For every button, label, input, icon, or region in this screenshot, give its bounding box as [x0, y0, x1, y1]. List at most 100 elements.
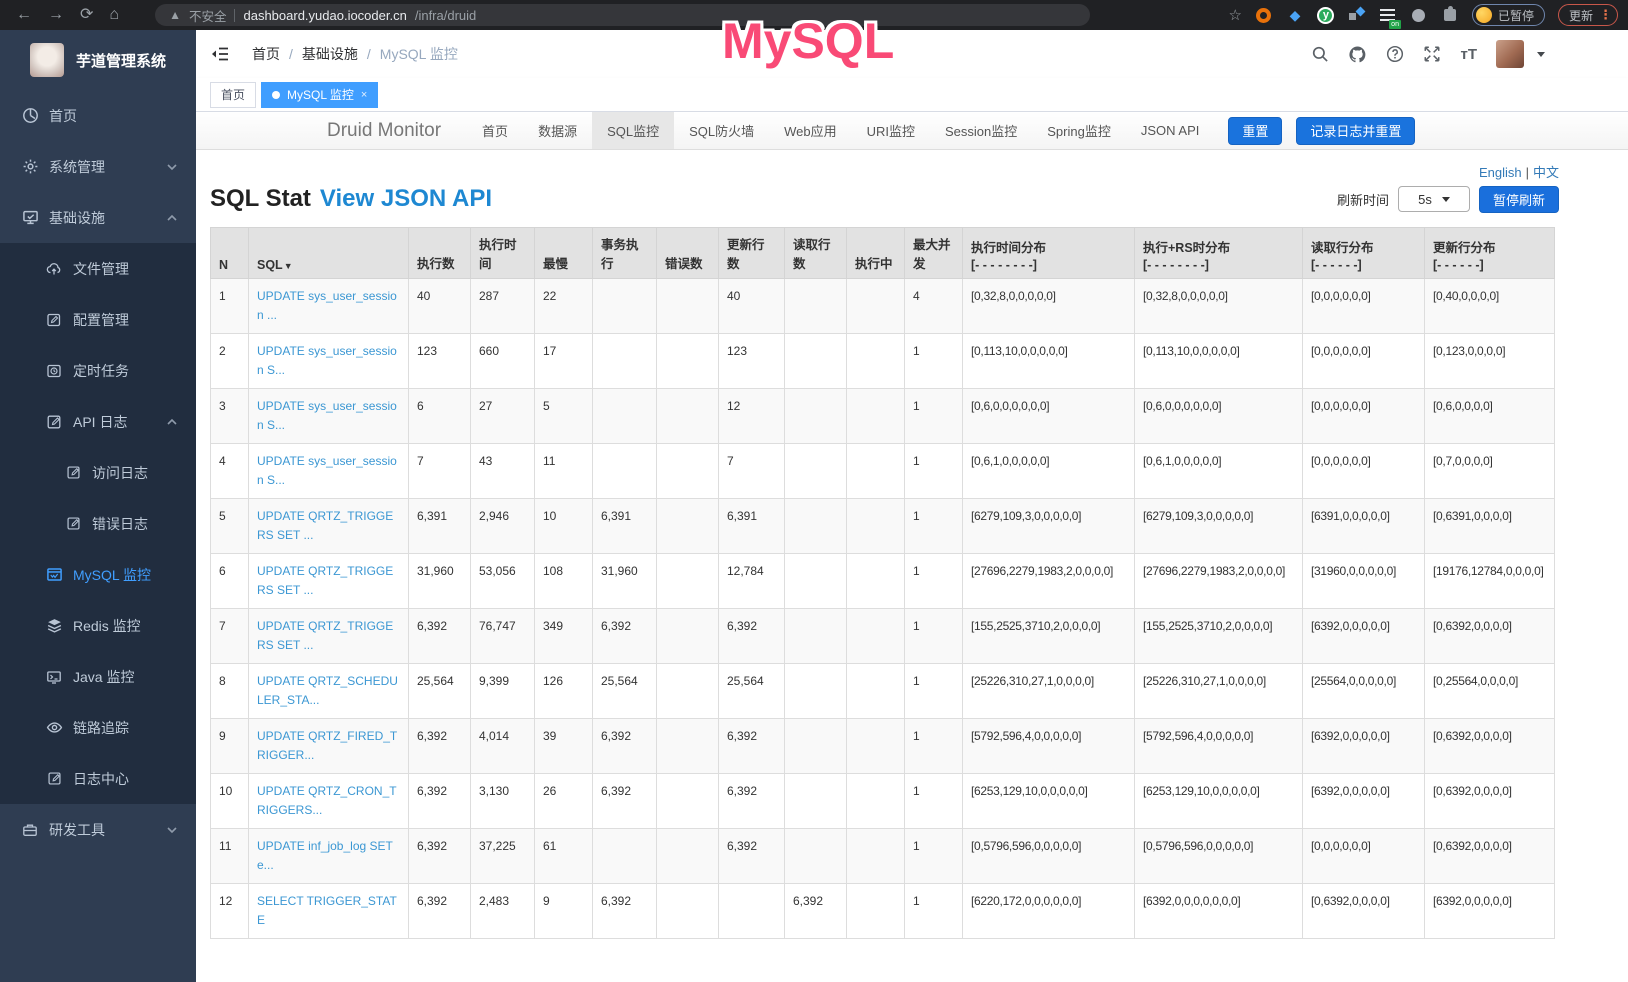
column-header[interactable]: SQL▼	[249, 228, 409, 279]
log-and-reset-button[interactable]: 记录日志并重置	[1296, 117, 1415, 145]
sql-link[interactable]: UPDATE QRTZ_FIRED_TRIGGER...	[257, 729, 397, 762]
sidebar-item[interactable]: 链路追踪	[0, 702, 196, 753]
kebab-menu-icon[interactable]: ⋮	[1599, 7, 1612, 23]
page-tab[interactable]: 首页	[210, 82, 256, 108]
sql-link[interactable]: UPDATE inf_job_log SET e...	[257, 839, 393, 872]
back-icon[interactable]: ←	[16, 7, 32, 23]
sql-link[interactable]: UPDATE QRTZ_CRON_TRIGGERS...	[257, 784, 397, 817]
column-header[interactable]: 执行时间	[471, 228, 535, 279]
puzzle-extensions-icon[interactable]	[1441, 6, 1459, 24]
table-cell	[847, 279, 905, 334]
extension-icon[interactable]	[1255, 6, 1273, 24]
column-header[interactable]: 错误数	[657, 228, 719, 279]
sidebar-item[interactable]: Redis 监控	[0, 600, 196, 651]
breadcrumb-item[interactable]: 首页	[252, 44, 280, 64]
sidebar-item[interactable]: Java 监控	[0, 651, 196, 702]
sidebar-item[interactable]: 错误日志	[0, 498, 196, 549]
druid-tab[interactable]: 数据源	[523, 112, 592, 149]
sidebar-item[interactable]: MySQL 监控	[0, 549, 196, 600]
sql-link[interactable]: UPDATE QRTZ_SCHEDULER_STA...	[257, 674, 398, 707]
app-logo-row[interactable]: 芋道管理系统	[0, 30, 196, 90]
column-header[interactable]: 最大并发	[905, 228, 963, 279]
home-icon[interactable]: ⌂	[109, 7, 119, 23]
close-icon[interactable]: ×	[361, 89, 367, 101]
sidebar-item[interactable]: 研发工具	[0, 804, 196, 855]
sql-link[interactable]: UPDATE QRTZ_TRIGGERS SET ...	[257, 509, 393, 542]
table-cell	[785, 554, 847, 609]
table-cell	[785, 444, 847, 499]
sidebar-item[interactable]: API 日志	[0, 396, 196, 447]
druid-tab[interactable]: Session监控	[930, 112, 1032, 149]
druid-tab[interactable]: SQL监控	[592, 112, 674, 149]
forward-icon[interactable]: →	[48, 7, 64, 23]
sql-link[interactable]: UPDATE QRTZ_TRIGGERS SET ...	[257, 619, 393, 652]
column-header[interactable]: N	[211, 228, 249, 279]
column-header[interactable]: 执行中	[847, 228, 905, 279]
extension-icon[interactable]: y	[1317, 6, 1335, 24]
sidebar-item[interactable]: 首页	[0, 90, 196, 141]
druid-tab[interactable]: 首页	[467, 112, 523, 149]
extension-icon[interactable]	[1348, 6, 1366, 24]
avatar[interactable]	[1496, 40, 1524, 68]
security-label[interactable]: 不安全	[189, 6, 227, 25]
column-header[interactable]: 读取行分布[- - - - - -]	[1303, 228, 1425, 279]
reload-icon[interactable]: ⟳	[80, 7, 93, 23]
column-header[interactable]: 更新行分布[- - - - - -]	[1425, 228, 1555, 279]
table-cell: [25226,310,27,1,0,0,0,0]	[1135, 664, 1303, 719]
sql-link[interactable]: SELECT TRIGGER_STATE	[257, 894, 397, 927]
refresh-interval-select[interactable]: 5s	[1398, 186, 1470, 212]
address-bar[interactable]: ▲ 不安全 dashboard.yudao.iocoder.cn/infra/d…	[155, 4, 1090, 26]
help-icon[interactable]	[1386, 45, 1404, 63]
sidebar-item[interactable]: 访问日志	[0, 447, 196, 498]
breadcrumb-item[interactable]: 基础设施	[302, 44, 358, 64]
table-cell	[593, 279, 657, 334]
druid-brand[interactable]: Druid Monitor	[327, 120, 441, 142]
bookmark-star-icon[interactable]: ☆	[1229, 6, 1242, 24]
sidebar-item[interactable]: 基础设施	[0, 192, 196, 243]
github-icon[interactable]	[1348, 45, 1367, 64]
druid-tab[interactable]: URI监控	[852, 112, 930, 149]
sidebar-item[interactable]: 日志中心	[0, 753, 196, 804]
sidebar-item[interactable]: 系统管理	[0, 141, 196, 192]
column-header[interactable]: 更新行数	[719, 228, 785, 279]
sql-link[interactable]: UPDATE sys_user_session S...	[257, 454, 397, 487]
column-header[interactable]: 执行时间分布[- - - - - - - -]	[963, 228, 1135, 279]
sidebar-item[interactable]: 定时任务	[0, 345, 196, 396]
sidebar-item[interactable]: 文件管理	[0, 243, 196, 294]
reset-button[interactable]: 重置	[1228, 117, 1282, 145]
update-button[interactable]: 更新⋮	[1558, 4, 1618, 26]
table-cell: 11	[211, 829, 249, 884]
column-header[interactable]: 事务执行	[593, 228, 657, 279]
caret-down-icon[interactable]	[1537, 52, 1545, 57]
sql-link[interactable]: UPDATE sys_user_session S...	[257, 399, 397, 432]
lang-chinese-link[interactable]: 中文	[1533, 165, 1559, 180]
column-header[interactable]: 读取行数	[785, 228, 847, 279]
breadcrumb-item[interactable]: MySQL 监控	[380, 44, 458, 64]
view-json-api-link[interactable]: View JSON API	[320, 185, 492, 213]
druid-tab[interactable]: SQL防火墙	[674, 112, 769, 149]
extension-icon[interactable]: on	[1379, 6, 1397, 24]
sql-link[interactable]: UPDATE QRTZ_TRIGGERS SET ...	[257, 564, 393, 597]
sql-link[interactable]: UPDATE sys_user_session S...	[257, 344, 397, 377]
fullscreen-icon[interactable]	[1423, 45, 1441, 63]
table-cell: [6391,0,0,0,0,0]	[1303, 499, 1425, 554]
sidebar-item[interactable]: 配置管理	[0, 294, 196, 345]
search-icon[interactable]	[1311, 45, 1329, 63]
extension-icon[interactable]	[1410, 6, 1428, 24]
table-cell: [0,6,0,0,0,0]	[1425, 389, 1555, 444]
druid-tab[interactable]: Spring监控	[1032, 112, 1126, 149]
column-header[interactable]: 执行+RS时分布[- - - - - - - -]	[1135, 228, 1303, 279]
pause-refresh-button[interactable]: 暂停刷新	[1479, 186, 1559, 213]
lang-english-link[interactable]: English	[1479, 165, 1522, 180]
druid-tab[interactable]: Web应用	[769, 112, 852, 149]
sidebar-menu: 首页系统管理基础设施文件管理配置管理定时任务API 日志访问日志错误日志MySQ…	[0, 90, 196, 855]
sql-link[interactable]: UPDATE sys_user_session ...	[257, 289, 397, 322]
column-header[interactable]: 最慢	[535, 228, 593, 279]
column-header[interactable]: 执行数	[409, 228, 471, 279]
font-size-icon[interactable]: ᴛT	[1460, 46, 1477, 63]
druid-tab[interactable]: JSON API	[1126, 112, 1215, 149]
paused-badge[interactable]: 已暂停	[1472, 4, 1545, 26]
sidebar-fold-icon[interactable]	[210, 46, 230, 62]
extension-icon[interactable]: ◆	[1286, 6, 1304, 24]
page-tab[interactable]: MySQL 监控×	[261, 82, 378, 108]
